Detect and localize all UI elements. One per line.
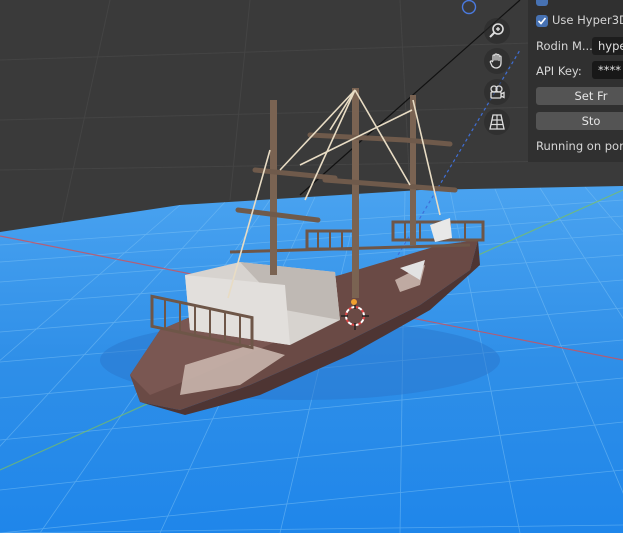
camera-icon (488, 83, 506, 101)
camera-view-button[interactable] (484, 79, 510, 105)
grid-perspective-icon (488, 113, 506, 131)
rodin-mode-dropdown[interactable]: hype (592, 37, 623, 55)
zoom-button[interactable] (484, 18, 510, 44)
object-origin (351, 299, 357, 305)
hand-icon (488, 52, 506, 70)
stop-server-button[interactable]: Sto (536, 112, 623, 130)
use-hyper3d-label[interactable]: Use Hyper3D (552, 13, 623, 27)
pan-button[interactable] (484, 48, 510, 74)
server-status-text: Running on port (536, 139, 623, 153)
rodin-mode-label: Rodin M... (536, 39, 593, 53)
mcp-sidebar-panel: Use Hyper3D Rodin M... hype API Key: ***… (528, 0, 623, 162)
3d-viewport[interactable]: Use Hyper3D Rodin M... hype API Key: ***… (0, 0, 623, 533)
api-key-input[interactable]: **** (592, 61, 623, 79)
api-key-label: API Key: (536, 64, 582, 78)
zoom-icon (488, 22, 506, 40)
set-free-trial-key-button[interactable]: Set Fr (536, 87, 623, 105)
hidden-option-checkbox[interactable] (536, 0, 548, 6)
use-hyper3d-checkbox[interactable] (536, 15, 548, 27)
perspective-toggle-button[interactable] (484, 109, 510, 135)
